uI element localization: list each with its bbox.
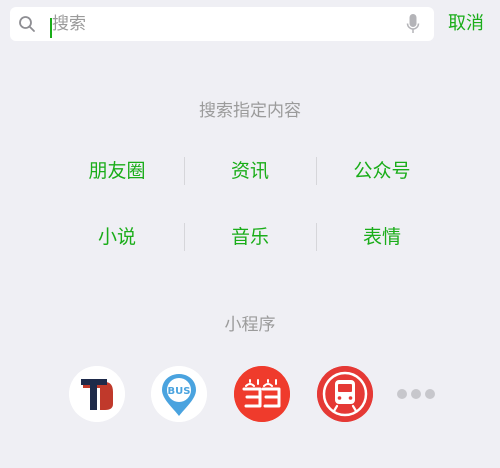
microphone-icon[interactable] [406,13,420,35]
mini-program-bus[interactable]: BUS [151,366,207,422]
t-logo-icon [69,366,125,422]
specified-content-title: 搜索指定内容 [199,101,301,121]
category-official-accounts[interactable]: 公众号 [317,154,447,188]
mini-program-dangdang[interactable] [234,366,290,422]
search-icon [19,16,35,32]
category-novels[interactable]: 小说 [52,220,182,254]
search-bar: 取消 [0,0,500,50]
category-news[interactable]: 资讯 [185,154,315,188]
search-input[interactable] [52,11,402,37]
cancel-button[interactable]: 取消 [448,12,484,36]
mini-programs-title: 小程序 [224,315,276,335]
dot-icon [397,389,407,399]
category-row: 小说 音乐 表情 [0,220,500,254]
mini-program-metro[interactable] [317,366,373,422]
bus-badge-text: BUS [168,386,191,397]
search-box[interactable] [10,7,434,41]
more-mini-programs-button[interactable] [397,388,435,402]
mini-program-t-logo[interactable] [69,366,125,422]
category-music[interactable]: 音乐 [185,220,315,254]
dot-icon [411,389,421,399]
dangdang-icon [234,366,290,422]
category-moments[interactable]: 朋友圈 [52,154,182,188]
dot-icon [425,389,435,399]
category-row: 朋友圈 资讯 公众号 [0,154,500,188]
category-stickers[interactable]: 表情 [317,220,447,254]
bus-icon: BUS [151,366,207,422]
metro-train-icon [317,366,373,422]
mini-programs-row: BUS [0,366,500,426]
